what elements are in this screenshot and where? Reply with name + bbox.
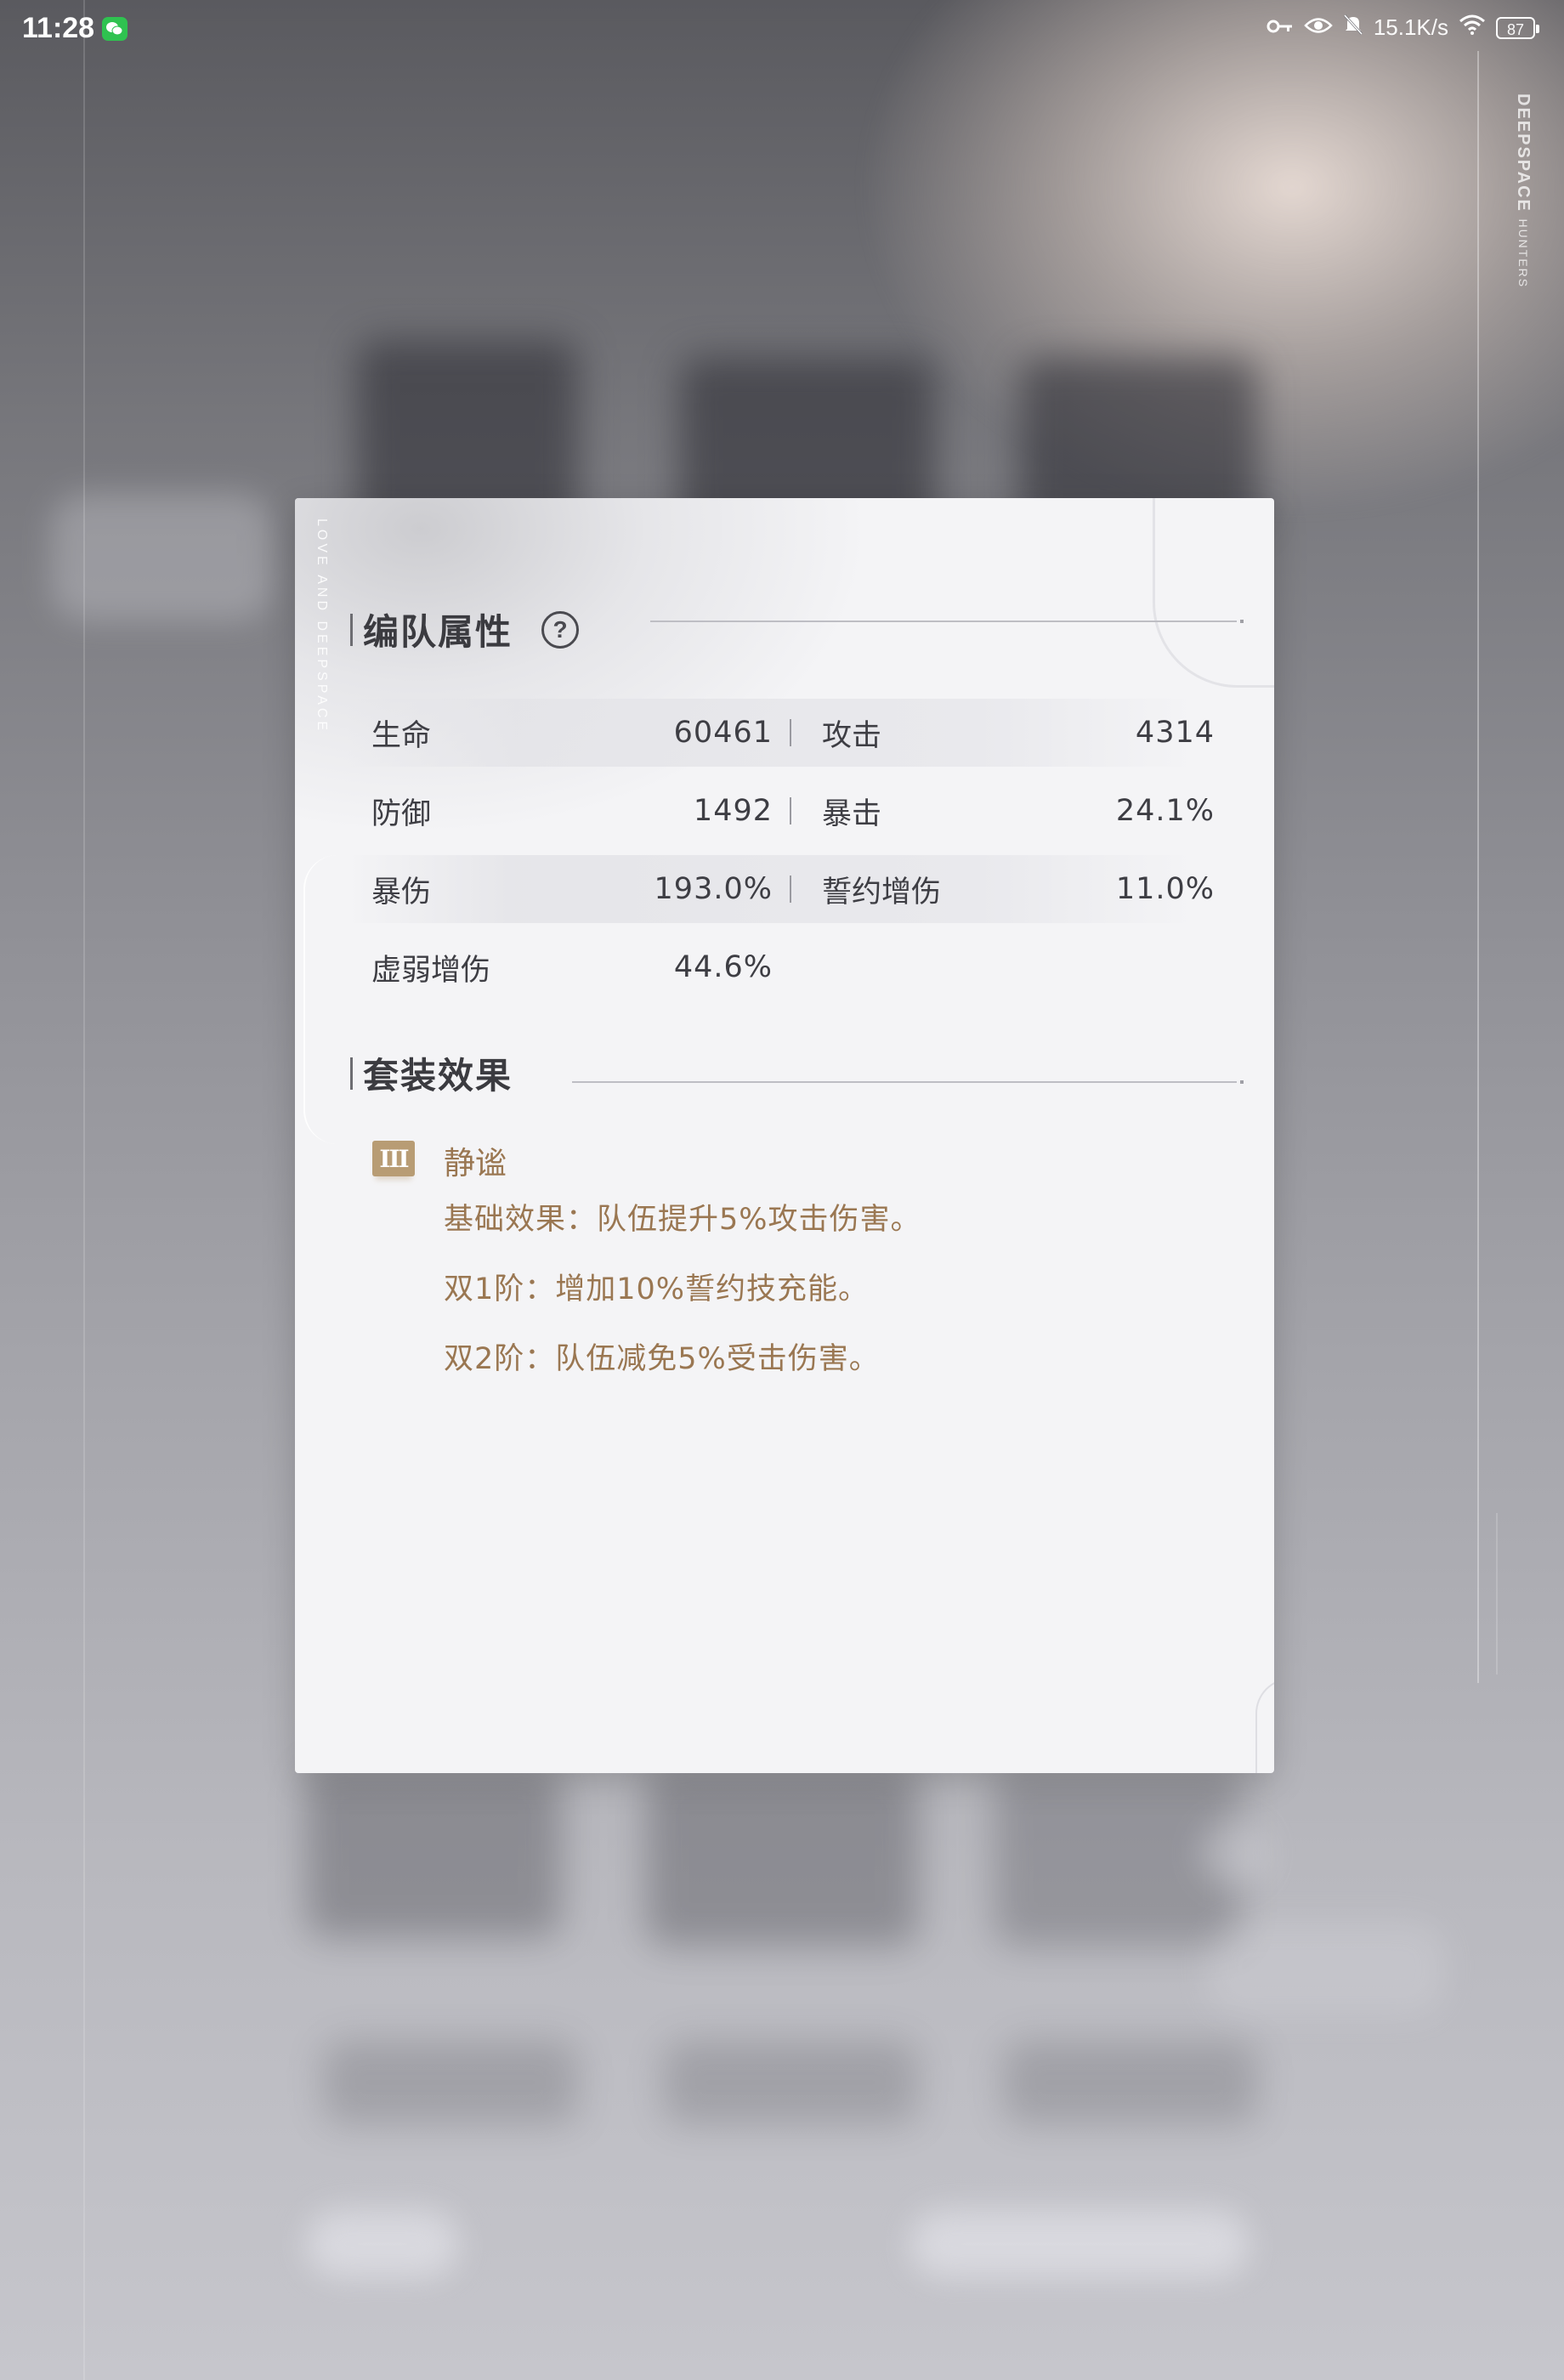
- stat-row: 暴伤 193.0% 誓约增伤 11.0%: [346, 855, 1214, 923]
- set-tier-label: III: [379, 1144, 409, 1173]
- wifi-icon: [1459, 14, 1486, 41]
- background-button: [910, 2210, 1250, 2278]
- stat-value: 11.0%: [1115, 872, 1215, 906]
- panel-decor-arc: [1255, 1678, 1274, 1773]
- stat-oath-dmg: 誓约增伤 11.0%: [822, 855, 1215, 923]
- stat-divider: [790, 719, 791, 746]
- team-stats-title: 编队属性: [363, 611, 513, 653]
- stat-row: 虚弱增伤 44.6%: [346, 933, 1196, 1001]
- stat-label: 誓约增伤: [822, 875, 942, 910]
- eye-icon: [1304, 14, 1333, 41]
- stat-atk: 攻击 4314: [822, 699, 1215, 767]
- stat-divider: [790, 876, 791, 903]
- stat-label: 暴伤: [371, 875, 432, 910]
- stat-def: 防御 1492: [371, 777, 773, 845]
- stat-weakness-dmg: 虚弱增伤 44.6%: [371, 933, 773, 1001]
- stat-value: 1492: [693, 794, 773, 828]
- set-effect-title: 套装效果: [363, 1055, 513, 1096]
- section-divider: [650, 620, 1244, 623]
- status-icons: 15.1K/s 87: [1266, 14, 1539, 42]
- stat-value: 193.0%: [654, 872, 773, 906]
- stat-value: 44.6%: [673, 950, 773, 984]
- set-name: 静谧: [444, 1145, 507, 1182]
- battery-icon: 87: [1496, 16, 1539, 39]
- background-guide-line: [1477, 51, 1479, 1683]
- background-card-art: [306, 1768, 561, 1938]
- section-divider: [572, 1080, 1244, 1084]
- team-attributes-panel: LOVE AND DEEPSPACE 编队属性 ? 生命 60461 攻击 43…: [295, 498, 1274, 1773]
- question-circle-icon[interactable]: ?: [541, 610, 580, 649]
- stat-hp: 生命 60461: [371, 699, 773, 767]
- brand-main: DEEPSPACE: [1514, 94, 1533, 212]
- wechat-icon: [102, 17, 128, 41]
- background-guide-line: [83, 0, 85, 2380]
- stat-crit-dmg: 暴伤 193.0%: [371, 855, 773, 923]
- background-button: [306, 2210, 459, 2278]
- panel-side-text: LOVE AND DEEPSPACE: [314, 518, 329, 734]
- stat-label: 暴击: [822, 796, 882, 831]
- stat-divider: [790, 797, 791, 824]
- brand-sub: HUNTERS: [1516, 218, 1530, 289]
- background-card-art: [646, 1768, 918, 1946]
- background-card-art: [663, 2040, 918, 2125]
- set-effect-header: 套装效果: [350, 1047, 513, 1099]
- stat-label: 生命: [371, 718, 432, 753]
- background-guide-line: [1496, 1513, 1498, 1674]
- background-card-art: [323, 2040, 578, 2125]
- set-effect-line: 双1阶：增加10%誓约技充能。: [444, 1272, 870, 1306]
- background-add-button: [1198, 1819, 1266, 1887]
- stat-value: 60461: [673, 716, 773, 750]
- key-icon: [1266, 14, 1294, 41]
- team-stats-header: 编队属性 ?: [350, 604, 580, 655]
- stat-label: 虚弱增伤: [371, 953, 491, 988]
- section-marker: [350, 613, 353, 646]
- panel-decor-arc: [1153, 498, 1274, 688]
- status-bar: 11:28 15.1K/s 87: [0, 0, 1564, 61]
- stat-value: 4314: [1135, 716, 1215, 750]
- stat-row: 生命 60461 攻击 4314: [346, 699, 1214, 767]
- net-speed: 15.1K/s: [1373, 14, 1448, 40]
- status-time: 11:28: [22, 12, 95, 44]
- stat-row: 防御 1492 暴击 24.1%: [346, 777, 1214, 845]
- screen: 11:28 15.1K/s 87 DEEPSPACE HUNTERS LOVE …: [0, 0, 1564, 2380]
- set-effect-line: 双2阶：队伍减免5%受击伤害。: [444, 1342, 880, 1376]
- bell-off-icon: [1343, 14, 1363, 42]
- stat-crit-rate: 暴击 24.1%: [822, 777, 1215, 845]
- section-marker: [350, 1057, 353, 1090]
- background-card-art: [1003, 2040, 1258, 2125]
- stat-label: 攻击: [822, 718, 882, 753]
- stat-label: 防御: [371, 796, 432, 831]
- set-tier-badge: III: [372, 1141, 415, 1176]
- background-info-card: [1207, 1921, 1445, 2014]
- set-effect-line: 基础效果：队伍提升5%攻击伤害。: [444, 1203, 921, 1237]
- stat-value: 24.1%: [1115, 794, 1215, 828]
- brand-vertical-text: DEEPSPACE HUNTERS: [1513, 94, 1533, 288]
